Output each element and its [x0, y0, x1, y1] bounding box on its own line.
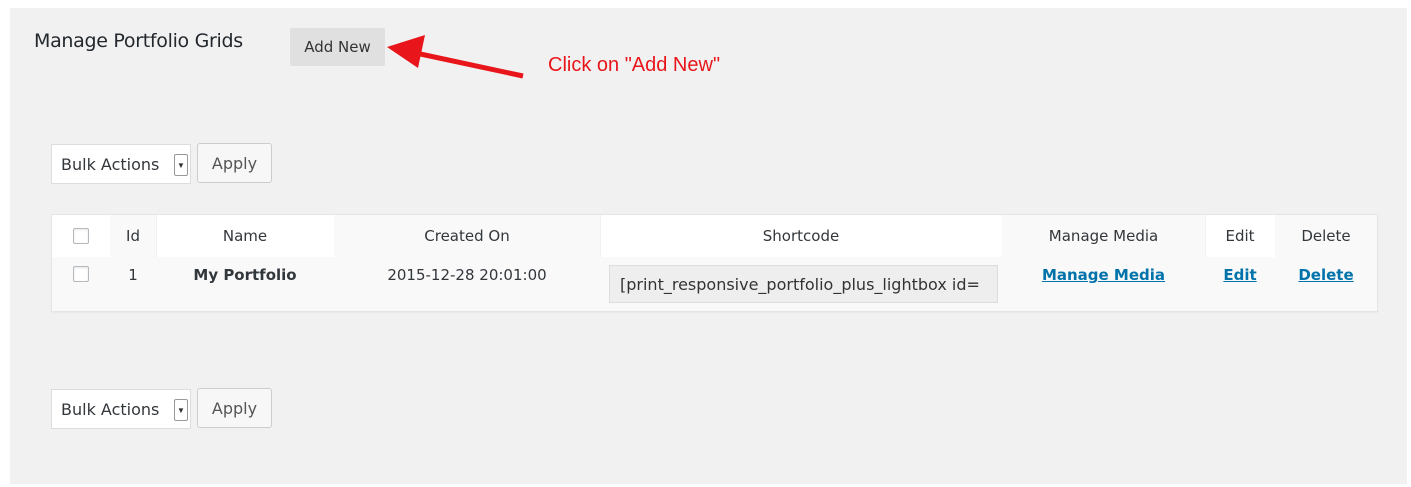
caret-down-icon: ▼	[174, 154, 188, 176]
row-checkbox[interactable]	[73, 266, 89, 282]
bulk-actions-label: Bulk Actions	[61, 155, 160, 174]
row-id: 1	[110, 257, 156, 311]
column-header-created-on: Created On	[334, 215, 600, 257]
caret-down-icon: ▼	[174, 399, 188, 421]
apply-button-top[interactable]: Apply	[197, 143, 272, 183]
row-select-cell	[52, 257, 110, 311]
row-edit-cell: Edit	[1205, 257, 1275, 311]
column-header-shortcode: Shortcode	[762, 227, 840, 245]
column-header-name: Name	[222, 227, 268, 245]
manage-media-link[interactable]: Manage Media	[1042, 266, 1165, 311]
edit-link[interactable]: Edit	[1223, 266, 1256, 311]
row-delete-cell: Delete	[1275, 257, 1377, 311]
bulk-actions-select-bottom[interactable]: Bulk Actions ▼	[51, 389, 191, 429]
column-header-delete: Delete	[1275, 215, 1377, 257]
apply-button-bottom[interactable]: Apply	[197, 388, 272, 428]
row-created-on: 2015-12-28 20:01:00	[334, 257, 600, 311]
delete-link[interactable]: Delete	[1298, 266, 1353, 311]
column-header-id: Id	[110, 215, 156, 257]
bulk-actions-select-top[interactable]: Bulk Actions ▼	[51, 144, 191, 184]
select-all-checkbox[interactable]	[73, 228, 89, 244]
add-new-button[interactable]: Add New	[290, 28, 385, 66]
row-name: My Portfolio	[156, 257, 334, 311]
portfolio-table: Id Name Created On Shortcode Manage Medi…	[51, 214, 1378, 312]
select-all-cell	[52, 215, 110, 257]
annotation-text: Click on "Add New"	[548, 54, 721, 76]
shortcode-field[interactable]: [print_responsive_portfolio_plus_lightbo…	[609, 265, 998, 303]
column-header-edit: Edit	[1225, 227, 1255, 245]
column-header-manage-media: Manage Media	[1002, 215, 1205, 257]
page-title: Manage Portfolio Grids	[34, 30, 243, 52]
red-arrow-icon	[387, 35, 524, 79]
row-manage-media-cell: Manage Media	[1002, 257, 1205, 311]
bulk-actions-label: Bulk Actions	[61, 400, 160, 419]
